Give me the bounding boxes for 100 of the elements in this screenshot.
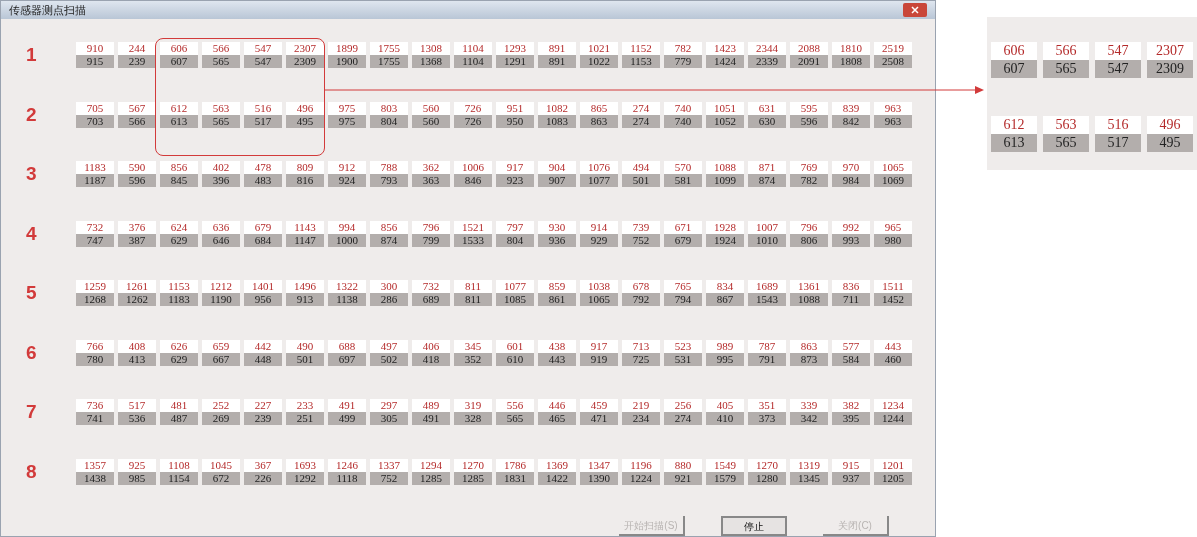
close-button[interactable] bbox=[903, 3, 927, 17]
setpoint-value: 839 bbox=[832, 101, 870, 115]
setpoint-value: 1006 bbox=[454, 161, 492, 175]
setpoint-value: 871 bbox=[748, 161, 786, 175]
setpoint-value: 1201 bbox=[874, 458, 912, 472]
reading-value: 565 bbox=[202, 55, 240, 69]
reading-value: 495 bbox=[1147, 134, 1193, 152]
setpoint-value: 836 bbox=[832, 280, 870, 294]
row-number: 6 bbox=[25, 340, 38, 365]
reading-value: 328 bbox=[454, 412, 492, 426]
setpoint-value: 787 bbox=[748, 339, 786, 353]
setpoint-value: 624 bbox=[160, 220, 198, 234]
setpoint-value: 1319 bbox=[790, 458, 828, 472]
reading-value: 274 bbox=[664, 412, 702, 426]
setpoint-value: 274 bbox=[622, 101, 660, 115]
reading-value: 483 bbox=[244, 174, 282, 188]
reading-value: 1424 bbox=[706, 55, 744, 69]
setpoint-value: 547 bbox=[1095, 42, 1141, 60]
setpoint-value: 915 bbox=[832, 458, 870, 472]
setpoint-value: 405 bbox=[706, 399, 744, 413]
setpoint-value: 1212 bbox=[202, 280, 240, 294]
setpoint-value: 782 bbox=[664, 42, 702, 56]
reading-value: 711 bbox=[832, 293, 870, 307]
setpoint-value: 590 bbox=[118, 161, 156, 175]
setpoint-value: 863 bbox=[790, 339, 828, 353]
reading-value: 596 bbox=[118, 174, 156, 188]
setpoint-value: 376 bbox=[118, 220, 156, 234]
reading-value: 465 bbox=[538, 412, 576, 426]
setpoint-value: 970 bbox=[832, 161, 870, 175]
setpoint-value: 732 bbox=[412, 280, 450, 294]
setpoint-value: 601 bbox=[496, 339, 534, 353]
dialog-button[interactable]: 停止 bbox=[721, 516, 787, 536]
setpoint-value: 1196 bbox=[622, 458, 660, 472]
setpoint-value: 459 bbox=[580, 399, 618, 413]
setpoint-value: 560 bbox=[412, 101, 450, 115]
reading-value: 861 bbox=[538, 293, 576, 307]
setpoint-value: 1088 bbox=[706, 161, 744, 175]
reading-value: 1368 bbox=[412, 55, 450, 69]
setpoint-value: 491 bbox=[328, 399, 366, 413]
reading-value: 846 bbox=[454, 174, 492, 188]
setpoint-value: 705 bbox=[76, 101, 114, 115]
setpoint-value: 362 bbox=[412, 161, 450, 175]
reading-value: 501 bbox=[622, 174, 660, 188]
row-number: 8 bbox=[25, 459, 38, 484]
reading-value: 1022 bbox=[580, 55, 618, 69]
reading-value: 913 bbox=[286, 293, 324, 307]
setpoint-value: 408 bbox=[118, 339, 156, 353]
reading-value: 874 bbox=[748, 174, 786, 188]
reading-value: 1104 bbox=[454, 55, 492, 69]
reading-value: 565 bbox=[1043, 134, 1089, 152]
setpoint-value: 659 bbox=[202, 339, 240, 353]
reading-value: 239 bbox=[118, 55, 156, 69]
reading-value: 565 bbox=[496, 412, 534, 426]
reading-value: 2091 bbox=[790, 55, 828, 69]
reading-value: 613 bbox=[991, 134, 1037, 152]
setpoint-value: 994 bbox=[328, 220, 366, 234]
setpoint-value: 1693 bbox=[286, 458, 324, 472]
setpoint-value: 1152 bbox=[622, 42, 660, 56]
setpoint-value: 442 bbox=[244, 339, 282, 353]
setpoint-value: 865 bbox=[580, 101, 618, 115]
reading-value: 1085 bbox=[496, 293, 534, 307]
setpoint-value: 577 bbox=[832, 339, 870, 353]
setpoint-value: 636 bbox=[202, 220, 240, 234]
setpoint-value: 736 bbox=[76, 399, 114, 413]
reading-value: 1088 bbox=[790, 293, 828, 307]
reading-value: 395 bbox=[832, 412, 870, 426]
reading-value: 1262 bbox=[118, 293, 156, 307]
reading-value: 342 bbox=[790, 412, 828, 426]
setpoint-value: 740 bbox=[664, 101, 702, 115]
setpoint-value: 975 bbox=[328, 101, 366, 115]
setpoint-value: 570 bbox=[664, 161, 702, 175]
setpoint-value: 796 bbox=[412, 220, 450, 234]
row-number: 1 bbox=[25, 43, 38, 67]
setpoint-value: 1423 bbox=[706, 42, 744, 56]
setpoint-value: 1270 bbox=[454, 458, 492, 472]
setpoint-value: 765 bbox=[664, 280, 702, 294]
reading-value: 517 bbox=[1095, 134, 1141, 152]
setpoint-value: 1786 bbox=[496, 458, 534, 472]
reading-value: 1187 bbox=[76, 174, 114, 188]
reading-value: 363 bbox=[412, 174, 450, 188]
reading-value: 1755 bbox=[370, 55, 408, 69]
setpoint-value: 1337 bbox=[370, 458, 408, 472]
setpoint-value: 626 bbox=[160, 339, 198, 353]
setpoint-value: 963 bbox=[874, 101, 912, 115]
reading-value: 234 bbox=[622, 412, 660, 426]
setpoint-value: 2344 bbox=[748, 42, 786, 56]
setpoint-value: 1511 bbox=[874, 280, 912, 294]
setpoint-value: 367 bbox=[244, 458, 282, 472]
setpoint-value: 631 bbox=[748, 101, 786, 115]
reading-value: 1543 bbox=[748, 293, 786, 307]
reading-value: 782 bbox=[790, 174, 828, 188]
setpoint-value: 1689 bbox=[748, 280, 786, 294]
setpoint-value: 992 bbox=[832, 220, 870, 234]
reading-value: 793 bbox=[370, 174, 408, 188]
setpoint-value: 917 bbox=[580, 339, 618, 353]
setpoint-value: 256 bbox=[664, 399, 702, 413]
setpoint-value: 904 bbox=[538, 161, 576, 175]
reading-value: 1244 bbox=[874, 412, 912, 426]
setpoint-value: 811 bbox=[454, 280, 492, 294]
setpoint-value: 1007 bbox=[748, 220, 786, 234]
